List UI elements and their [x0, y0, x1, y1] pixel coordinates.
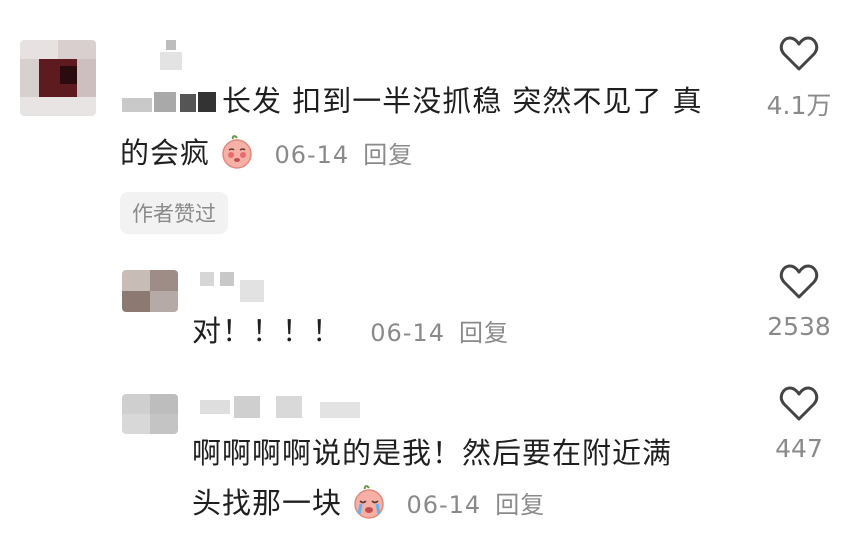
like-count: 447: [775, 434, 823, 463]
comment-date: 06-14: [406, 491, 482, 519]
comment-meta: 06-14 回复: [406, 491, 545, 519]
comment-text: 对！！！！: [192, 314, 343, 348]
username-blurred[interactable]: [200, 396, 370, 422]
comment-text-line: 长发 扣到一半没抓稳 突然不见了 真: [222, 84, 703, 118]
reply-button[interactable]: 回复: [495, 491, 545, 519]
blurred-text-prefix: [122, 88, 218, 114]
comment-date: 06-14: [370, 319, 445, 347]
reply-button[interactable]: 回复: [459, 319, 509, 347]
username-blurred[interactable]: [160, 40, 182, 70]
crying-face-emoji: [354, 485, 384, 519]
avatar[interactable]: [122, 394, 178, 434]
comment-meta: 06-14 回复: [274, 141, 413, 169]
heart-outline-icon[interactable]: [779, 36, 819, 72]
comment-text-line: 啊啊啊啊说的是我！然后要在附近满: [192, 436, 673, 470]
comment-meta: 06-14 回复: [370, 319, 509, 347]
like-count: 4.1万: [766, 91, 832, 120]
like-count: 2538: [767, 312, 831, 341]
comment-text-line: 对！！！！ 06-14 回复: [192, 306, 509, 358]
comment-text-line: 头找那一块 06-14 回复: [192, 478, 545, 530]
author-liked-badge: 作者赞过: [120, 192, 228, 234]
reply-button[interactable]: 回复: [363, 141, 413, 169]
comment-text-tail: 的会疯: [120, 136, 211, 170]
comment-text-tail: 头找那一块: [192, 486, 343, 520]
heart-outline-icon[interactable]: [779, 386, 819, 422]
avatar[interactable]: [122, 270, 178, 312]
heart-outline-icon[interactable]: [779, 264, 819, 300]
avatar[interactable]: [20, 40, 96, 116]
shy-face-emoji: [222, 135, 252, 169]
comment-date: 06-14: [274, 141, 350, 169]
comment-text-line: 的会疯 06-14 回复: [120, 128, 413, 180]
username-blurred[interactable]: [200, 272, 266, 302]
